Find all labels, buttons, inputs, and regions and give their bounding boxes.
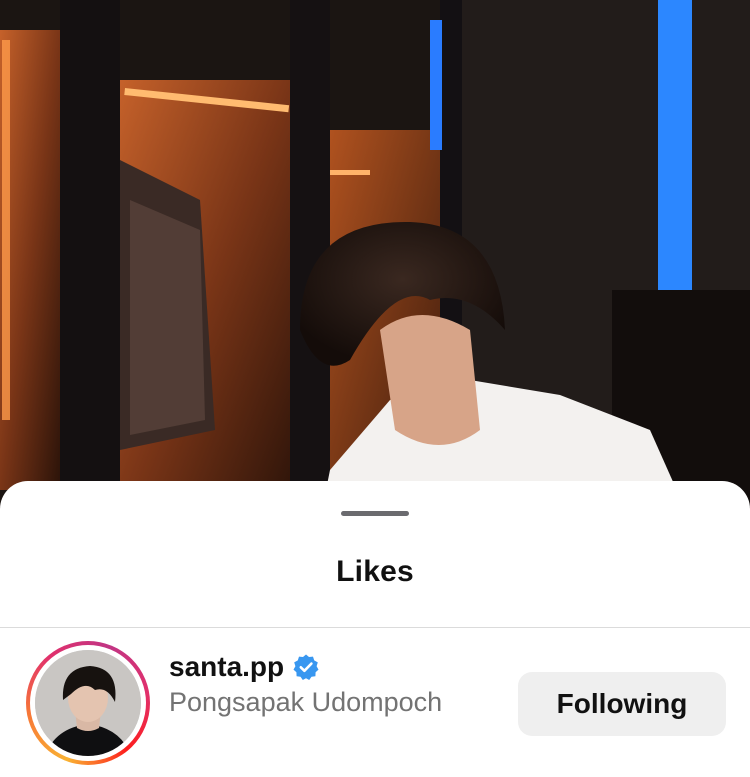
username[interactable]: santa.pp [169, 651, 284, 683]
list-item[interactable]: santa.pp Pongsapak Udompoch Following [0, 641, 750, 769]
photo-icon [0, 0, 750, 520]
likes-screen: Likes santa.pp Pongsapak Udompoch Follow… [0, 0, 750, 777]
avatar-photo-icon [35, 650, 141, 756]
following-button[interactable]: Following [518, 672, 726, 736]
sheet-grabber-handle[interactable] [341, 511, 409, 516]
likes-sheet: Likes santa.pp Pongsapak Udompoch Follow… [0, 481, 750, 777]
background-photo [0, 0, 750, 520]
avatar[interactable] [35, 650, 141, 756]
divider [0, 627, 750, 628]
story-ring[interactable] [26, 641, 150, 765]
verified-badge-icon [292, 653, 320, 681]
user-text: santa.pp Pongsapak Udompoch [169, 649, 442, 718]
sheet-title: Likes [336, 555, 414, 588]
full-name: Pongsapak Udompoch [169, 687, 443, 717]
